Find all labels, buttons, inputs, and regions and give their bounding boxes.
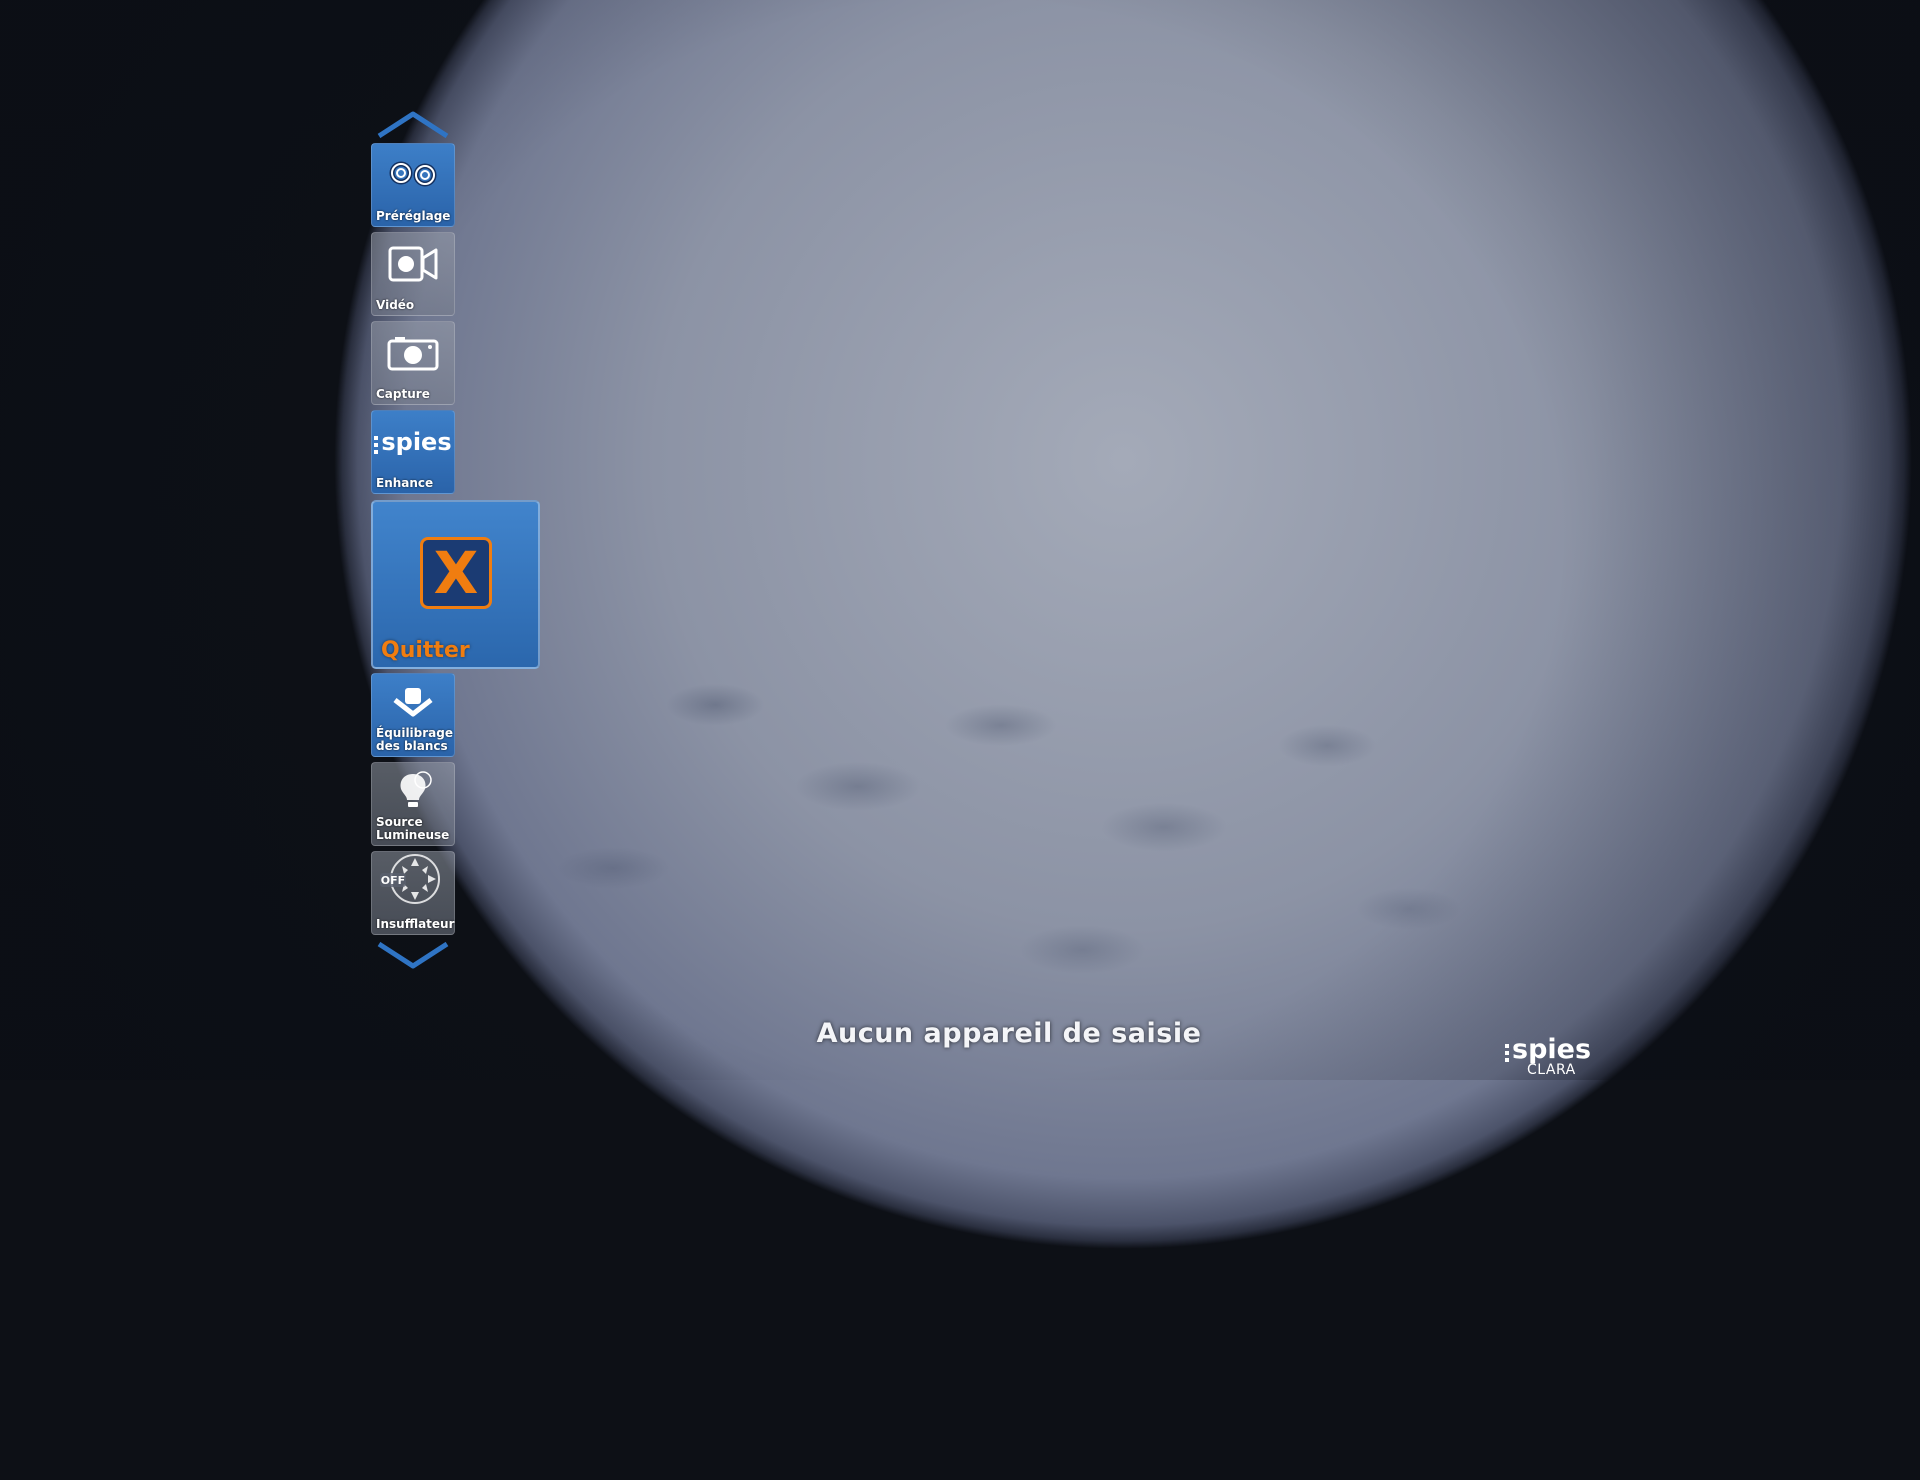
insufflator-off-text: OFF bbox=[381, 874, 405, 887]
photo-camera-icon bbox=[372, 330, 454, 376]
white-balance-icon bbox=[372, 680, 454, 726]
brand-name: spies bbox=[1512, 1034, 1592, 1065]
enhance-logo-text: spies bbox=[381, 428, 452, 456]
quit-button[interactable]: X Quitter bbox=[371, 500, 540, 669]
light-source-label: Source Lumineuse bbox=[376, 815, 450, 842]
brand-logo: spies CLARA bbox=[1505, 1034, 1591, 1078]
close-icon: X bbox=[420, 537, 492, 609]
quit-label: Quitter bbox=[381, 638, 470, 663]
insufflator-button[interactable]: OFF Insufflateur bbox=[371, 851, 455, 935]
video-button[interactable]: Vidéo bbox=[371, 232, 455, 316]
status-message: Aucun appareil de saisie bbox=[816, 1018, 1202, 1049]
insufflator-label: Insufflateur bbox=[376, 917, 455, 931]
gears-icon bbox=[372, 152, 454, 198]
enhance-label: Enhance bbox=[376, 476, 434, 490]
scroll-up-arrow-icon[interactable] bbox=[371, 106, 455, 142]
insufflator-off-icon: OFF bbox=[372, 854, 454, 904]
spies-logo-icon: spies bbox=[372, 419, 454, 465]
white-balance-button[interactable]: Équilibrage des blancs bbox=[371, 673, 455, 757]
white-balance-label: Équilibrage des blancs bbox=[376, 726, 454, 753]
endoscope-view bbox=[0, 0, 1920, 1480]
preset-button[interactable]: Préréglage bbox=[371, 143, 455, 227]
enhance-button[interactable]: spies Enhance bbox=[371, 410, 455, 494]
light-bulb-icon bbox=[372, 767, 454, 813]
light-source-button[interactable]: Source Lumineuse bbox=[371, 762, 455, 846]
capture-label: Capture bbox=[376, 387, 430, 401]
capture-button[interactable]: Capture bbox=[371, 321, 455, 405]
video-camera-icon bbox=[372, 241, 454, 287]
video-label: Vidéo bbox=[376, 298, 415, 312]
preset-label: Préréglage bbox=[376, 209, 451, 223]
scroll-down-arrow-icon[interactable] bbox=[371, 938, 455, 974]
